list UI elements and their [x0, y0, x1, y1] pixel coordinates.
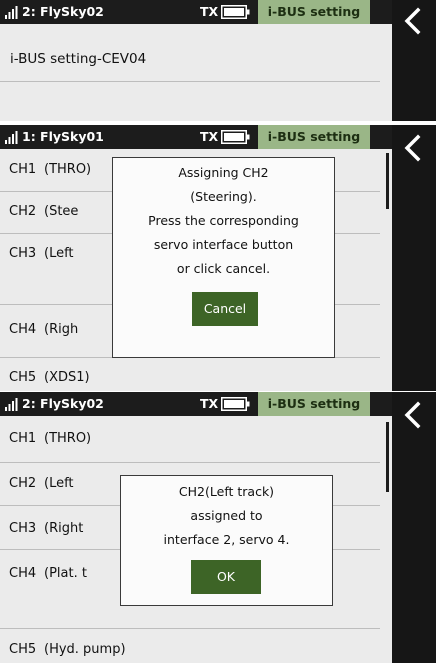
- dialog-line: assigned to: [190, 508, 263, 523]
- dialog-line: Assigning CH2: [178, 165, 269, 180]
- mode-tab[interactable]: i-BUS setting: [258, 392, 370, 416]
- channel-number: CH1: [9, 431, 37, 446]
- panel-ibus-setting-title: 2: FlySky02 TX i-BUS setting i-BUS setti…: [0, 0, 436, 121]
- divider: [0, 628, 380, 629]
- dialog-line: (Steering).: [190, 189, 257, 204]
- channel-row-ch1[interactable]: CH1 (THRO): [0, 419, 380, 459]
- battery-icon: [221, 397, 250, 411]
- channel-function: (Right: [44, 521, 84, 536]
- assign-dialog: Assigning CH2 (Steering). Press the corr…: [112, 157, 335, 358]
- status-bar: 2: FlySky02 TX i-BUS setting: [0, 0, 392, 24]
- dialog-line: interface 2, servo 4.: [163, 532, 290, 547]
- model-name: 2: FlySky02: [22, 4, 104, 19]
- channel-number: CH5: [9, 370, 37, 385]
- back-bar[interactable]: [392, 392, 436, 663]
- dialog-line: servo interface button: [153, 237, 294, 252]
- channel-number: CH4: [9, 322, 37, 337]
- channel-function: (THRO): [44, 431, 92, 446]
- back-bar[interactable]: [392, 125, 436, 391]
- back-chevron-icon[interactable]: [400, 7, 426, 35]
- signal-bars-icon: [5, 131, 18, 144]
- screen-title: i-BUS setting-CEV04: [10, 51, 147, 67]
- back-bar[interactable]: [392, 0, 436, 121]
- battery-icon: [221, 130, 250, 144]
- panel-assigning: 1: FlySky01 TX i-BUS setting CH1 (THRO) …: [0, 125, 436, 391]
- status-bar: 2: FlySky02 TX i-BUS setting: [0, 392, 392, 416]
- ok-button[interactable]: OK: [191, 560, 261, 594]
- dialog-line: or click cancel.: [176, 261, 271, 276]
- channel-function: (XDS1): [44, 370, 90, 385]
- screen: 2: FlySky02 TX i-BUS setting i-BUS setti…: [0, 0, 392, 121]
- channel-row-ch5[interactable]: CH5 (XDS1): [0, 358, 380, 391]
- channel-number: CH3: [9, 246, 37, 261]
- channel-function: (Plat. t: [44, 566, 87, 581]
- battery-icon: [221, 5, 250, 19]
- channel-function: (Left: [44, 476, 74, 491]
- back-chevron-icon[interactable]: [400, 401, 426, 429]
- channel-number: CH4: [9, 566, 37, 581]
- cancel-button[interactable]: Cancel: [192, 292, 258, 326]
- channel-function: (Left: [44, 246, 74, 261]
- dialog-line: CH2(Left track): [178, 484, 275, 499]
- channel-number: CH3: [9, 521, 37, 536]
- channel-function: (Hyd. pump): [44, 642, 126, 657]
- tx-label: TX: [200, 396, 219, 411]
- mode-tab[interactable]: i-BUS setting: [258, 0, 370, 24]
- screen: 2: FlySky02 TX i-BUS setting CH1 (THRO) …: [0, 392, 392, 663]
- tx-label: TX: [200, 4, 219, 19]
- tx-label: TX: [200, 129, 219, 144]
- scrollbar[interactable]: [386, 422, 389, 492]
- channel-function: (Righ: [44, 322, 79, 337]
- channel-function: (Stee: [44, 204, 79, 219]
- model-name: 2: FlySky02: [22, 396, 104, 411]
- divider: [0, 462, 380, 463]
- channel-row-ch5[interactable]: CH5 (Hyd. pump): [0, 630, 380, 663]
- back-chevron-icon[interactable]: [400, 134, 426, 162]
- channel-number: CH2: [9, 204, 37, 219]
- model-name: 1: FlySky01: [22, 129, 104, 144]
- mode-tab[interactable]: i-BUS setting: [258, 125, 370, 149]
- channel-number: CH5: [9, 642, 37, 657]
- divider: [0, 81, 380, 82]
- screen: 1: FlySky01 TX i-BUS setting CH1 (THRO) …: [0, 125, 392, 391]
- channel-number: CH1: [9, 162, 37, 177]
- panel-assigned: 2: FlySky02 TX i-BUS setting CH1 (THRO) …: [0, 392, 436, 663]
- dialog-line: Press the corresponding: [148, 213, 299, 228]
- channel-function: (THRO): [44, 162, 92, 177]
- channel-number: CH2: [9, 476, 37, 491]
- scrollbar[interactable]: [386, 153, 389, 209]
- signal-bars-icon: [5, 398, 18, 411]
- assigned-dialog: CH2(Left track) assigned to interface 2,…: [120, 475, 333, 606]
- status-bar: 1: FlySky01 TX i-BUS setting: [0, 125, 392, 149]
- signal-bars-icon: [5, 6, 18, 19]
